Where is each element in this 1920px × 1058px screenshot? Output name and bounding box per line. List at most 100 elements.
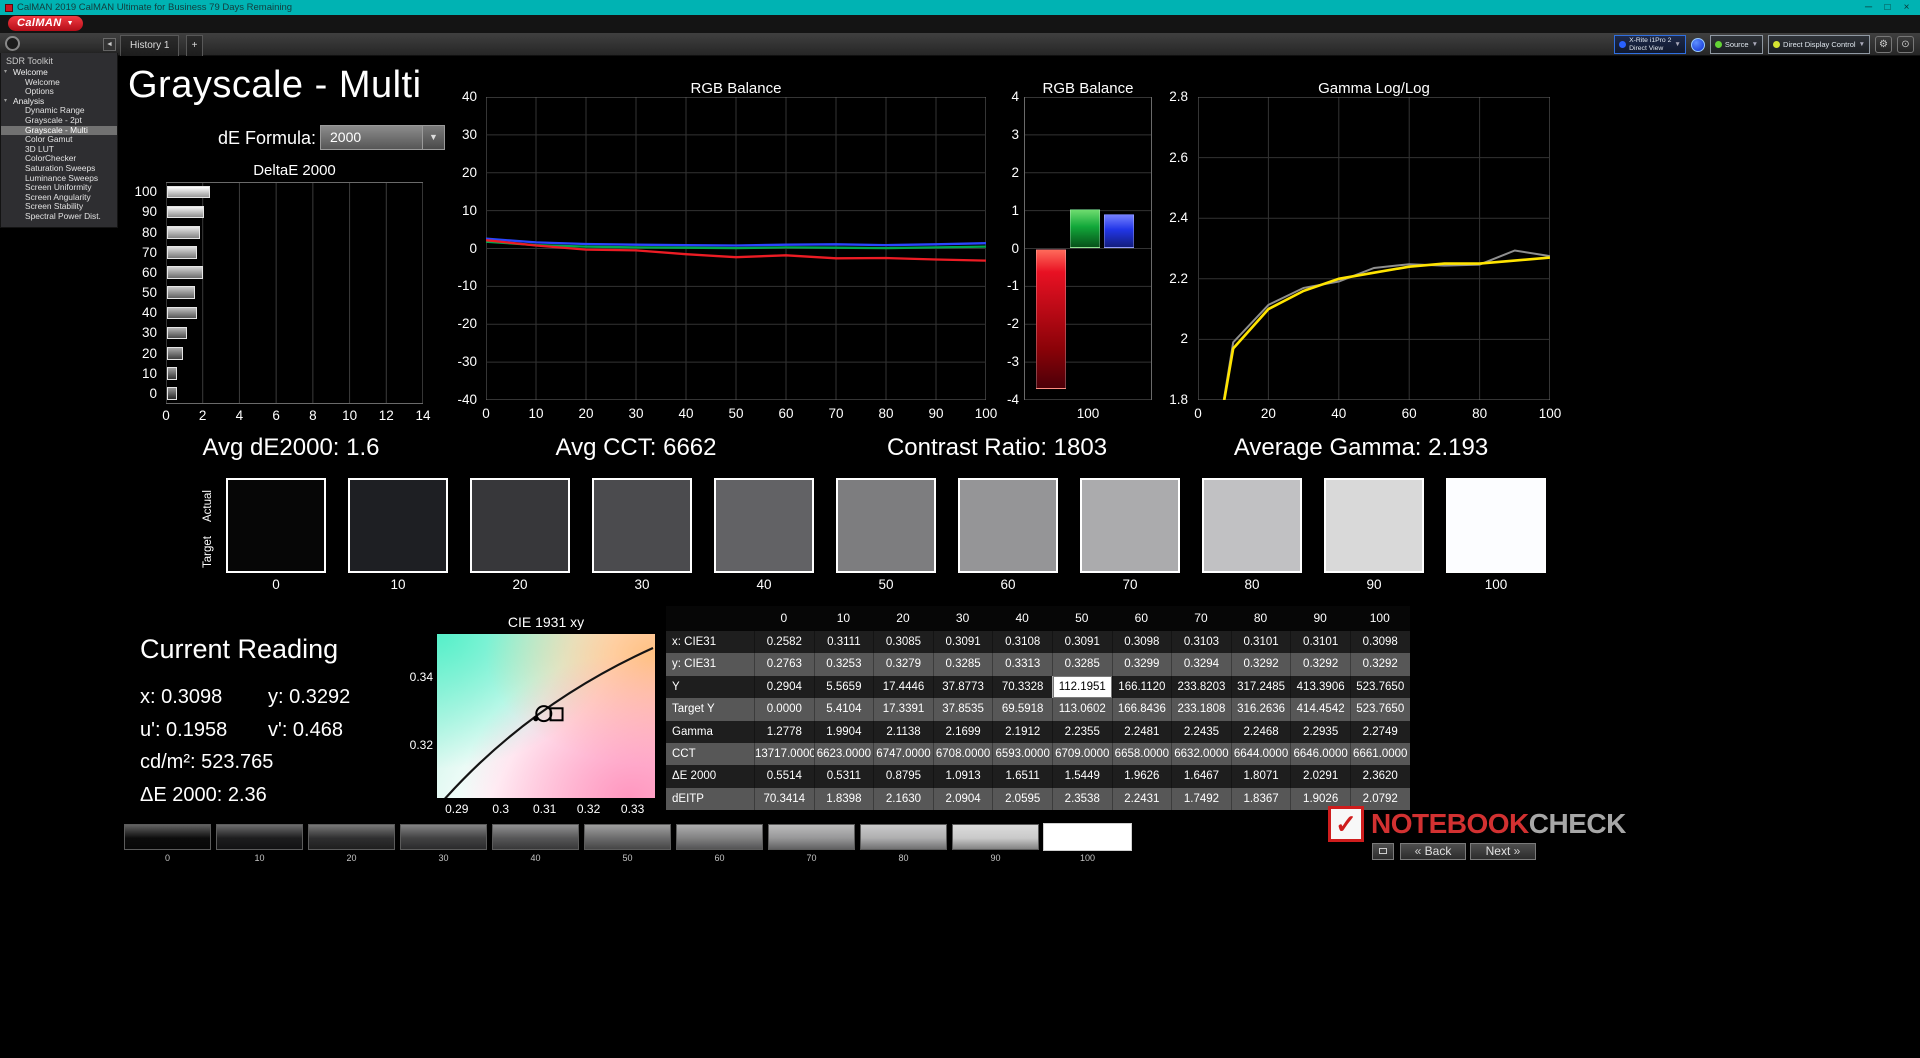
table-cell: 2.0904 (933, 788, 993, 810)
deltae-x-tick: 14 (411, 408, 435, 423)
rgb-line-x-tick: 40 (672, 406, 700, 421)
gamma-y-tick: 2.6 (1160, 150, 1188, 165)
sidebar-section-welcome[interactable]: ▾Welcome (1, 68, 117, 78)
deltae-bar-100 (167, 186, 210, 199)
swatch-color-90 (1324, 478, 1424, 573)
sidebar-item-welcome[interactable]: Welcome (1, 78, 117, 88)
deltae-bar-80 (167, 226, 200, 239)
swatch-50: 50 (836, 478, 936, 592)
gamma-x-tick: 80 (1466, 406, 1494, 421)
table-cell: 6709.0000 (1052, 743, 1112, 765)
reading-dot (533, 716, 538, 721)
table-cell: 0.3091 (1052, 631, 1112, 653)
level-button-70[interactable] (768, 824, 855, 850)
deltae-chart: DeltaE 2000 1009080706050403020100 02468… (128, 156, 432, 428)
sidebar-tree: ▾WelcomeWelcomeOptions▾AnalysisDynamic R… (1, 68, 117, 222)
table-cell: 2.1912 (992, 721, 1052, 743)
table-cell: 6747.0000 (873, 743, 933, 765)
table-cell: 523.7650 (1350, 698, 1410, 720)
table-row-label-x-cie31: x: CIE31 (666, 631, 754, 653)
next-button[interactable]: Next » (1470, 843, 1536, 860)
level-button-40[interactable] (492, 824, 579, 850)
meter-xrite-line2: Direct View (1629, 45, 1671, 53)
level-button-30[interactable] (400, 824, 487, 850)
rgb-bar-chart-title: RGB Balance (1024, 80, 1152, 97)
rgb-bar-y-tick: 1 (1003, 203, 1019, 218)
chevron-left-icon: « (1415, 844, 1422, 858)
rgb-bar-x-tick: 100 (1024, 406, 1152, 421)
table-col-header-20: 20 (873, 606, 933, 631)
level-button-100[interactable] (1044, 824, 1131, 850)
restore-view-button[interactable] (1372, 843, 1394, 860)
close-button[interactable]: × (1898, 2, 1915, 13)
table-cell: 113.0602 (1052, 698, 1112, 720)
table-cell: 1.6467 (1171, 765, 1231, 787)
settings-gear-button[interactable]: ⚙ (1875, 36, 1892, 53)
rgb-bar-x-axis: 100 (1024, 406, 1152, 422)
target-point-marker (551, 708, 563, 720)
deltae-x-tick: 8 (301, 408, 325, 423)
deltae-bar-40 (167, 307, 197, 320)
rgb-bar-y-tick: 4 (1003, 89, 1019, 104)
maximize-button[interactable]: □ (1879, 2, 1896, 13)
rgb-bar-y-tick: -2 (1003, 316, 1019, 331)
rgb-balance-line-chart: RGB Balance 403020100-10-20-30-40 010203… (448, 80, 990, 430)
deltae-bar-50 (167, 286, 195, 299)
sidebar-section-analysis[interactable]: ▾Analysis (1, 97, 117, 107)
calman-menu-button[interactable]: CalMAN ▼ (8, 16, 83, 31)
window-titlebar: CalMAN 2019 CalMAN Ultimate for Business… (0, 0, 1920, 15)
reading-de: ΔE 2000: 2.36 (140, 779, 440, 812)
deltae-y-tick: 20 (142, 346, 157, 361)
level-button-60[interactable] (676, 824, 763, 850)
gamma-y-axis: 2.82.62.42.221.8 (1160, 97, 1194, 400)
gamma-plot (1198, 97, 1550, 400)
rgb-line-x-tick: 50 (722, 406, 750, 421)
session-status-icon[interactable] (5, 36, 20, 51)
deltae-x-tick: 0 (154, 408, 178, 423)
minimize-button[interactable]: ─ (1860, 2, 1877, 13)
rgb-line-y-tick: 10 (449, 203, 477, 218)
table-col-header-30: 30 (933, 606, 993, 631)
gamma-x-tick: 20 (1254, 406, 1282, 421)
rgb-line-y-tick: 0 (449, 241, 477, 256)
level-button-80[interactable] (860, 824, 947, 850)
sidebar-item-spectral-power-dist[interactable]: Spectral Power Dist. (1, 212, 117, 222)
level-button-10[interactable] (216, 824, 303, 850)
meter-xrite[interactable]: X-Rite i1Pro 2 Direct View ▼ (1614, 35, 1686, 54)
level-button-20[interactable] (308, 824, 395, 850)
meter-display-control[interactable]: Direct Display Control ▼ (1768, 35, 1870, 54)
add-tab-button[interactable]: + (186, 35, 203, 56)
meter-source-label: Source (1725, 40, 1749, 49)
table-cell: 1.9904 (814, 721, 874, 743)
rgb-line-x-tick: 20 (572, 406, 600, 421)
table-cell: 523.7650 (1350, 676, 1410, 698)
back-button[interactable]: « Back (1400, 843, 1466, 860)
rgb-bar-y-tick: 0 (1003, 241, 1019, 256)
sidebar-collapse-button[interactable]: ◄ (103, 38, 116, 51)
gamma-x-tick: 60 (1395, 406, 1423, 421)
power-button[interactable]: ⊙ (1897, 36, 1914, 53)
deltae-bar-20 (167, 347, 183, 360)
sidebar-section-label: Welcome (13, 67, 48, 77)
meter-source[interactable]: Source ▼ (1710, 35, 1763, 54)
chevron-down-icon: ▼ (1752, 41, 1758, 48)
tab-history-1[interactable]: History 1 (120, 35, 179, 56)
deltae-bar-0 (167, 387, 177, 400)
table-row-label-gamma-log-log: Gamma Log/Log (666, 721, 754, 743)
swatch-10: 10 (348, 478, 448, 592)
brand-part-2: CHECK (1529, 808, 1626, 839)
swatch-40: 40 (714, 478, 814, 592)
next-label: Next (1486, 844, 1511, 858)
level-button-0[interactable] (124, 824, 211, 850)
level-button-50[interactable] (584, 824, 671, 850)
rgb-line-y-tick: 40 (449, 89, 477, 104)
table-cell: 2.1699 (933, 721, 993, 743)
table-cell: 233.1808 (1171, 698, 1231, 720)
grayscale-swatch-strip: Actual Target 0102030405060708090100 (196, 478, 1596, 600)
sidebar-item-color-gamut[interactable]: Color Gamut (1, 135, 117, 145)
de-formula-select[interactable]: 2000 ▼ (320, 125, 445, 150)
rgb-line-y-tick: 20 (449, 165, 477, 180)
table-cell: 0.3279 (873, 653, 933, 675)
swatch-label: 30 (592, 577, 692, 592)
level-button-90[interactable] (952, 824, 1039, 850)
